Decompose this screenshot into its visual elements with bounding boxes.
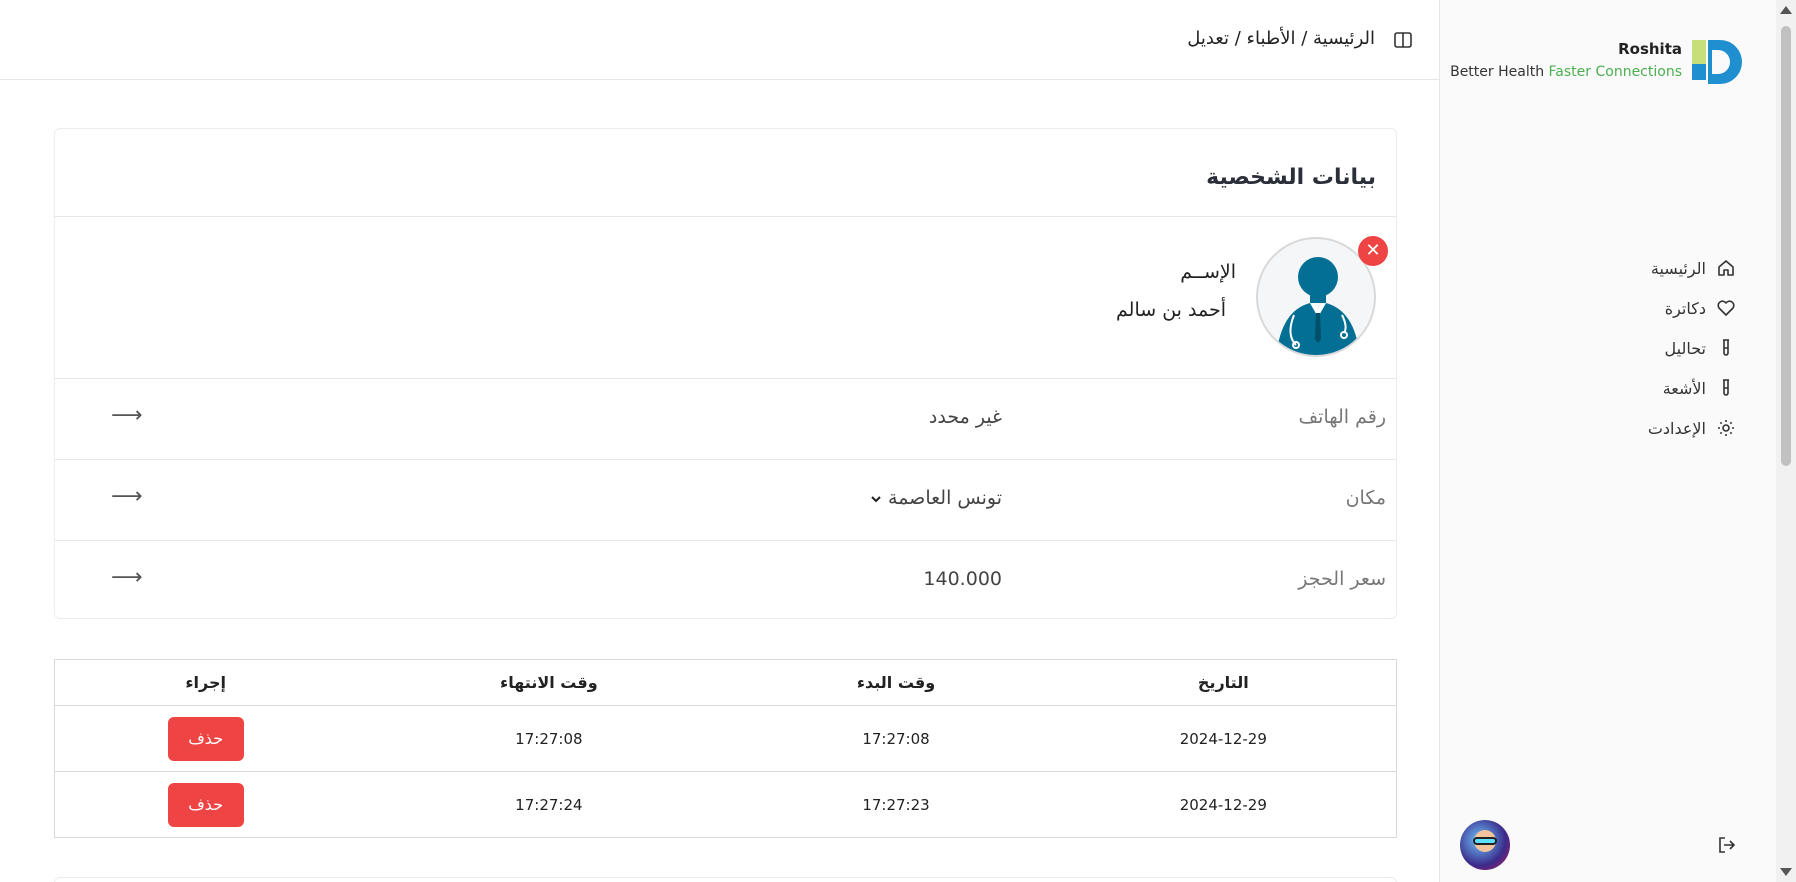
- price-label: سعر الحجز: [1298, 568, 1386, 590]
- top-header: الرئيسية / الأطباء / تعديل: [0, 0, 1439, 80]
- cell-end: 17:27:24: [356, 771, 742, 838]
- sidebar-item-radiology[interactable]: الأشعة: [1648, 368, 1736, 408]
- divider: [55, 216, 1396, 217]
- sidebar-footer: [1440, 810, 1776, 870]
- brand-name: Roshita: [1618, 40, 1682, 58]
- brand-tagline: Better Health Faster Connections: [1450, 64, 1682, 80]
- doctor-name: أحمد بن سالم: [1116, 299, 1226, 321]
- sidebar-item-label: تحاليل: [1664, 338, 1706, 358]
- sidebar-item-label: الإعدادت: [1647, 418, 1706, 438]
- breadcrumb: الرئيسية / الأطباء / تعديل: [1187, 28, 1375, 49]
- brand[interactable]: Roshita Better Health Faster Connections: [1450, 34, 1744, 86]
- header-end: وقت الانتهاء: [356, 659, 742, 706]
- card-title: بيانات الشخصية: [1206, 165, 1376, 190]
- next-card: [54, 877, 1397, 882]
- scrollbar-thumb[interactable]: [1781, 26, 1791, 466]
- gear-icon: [1718, 420, 1734, 436]
- location-select[interactable]: تونس العاصمة: [860, 487, 1002, 509]
- chevron-down-icon: [870, 487, 882, 509]
- sidebar-toggle-icon[interactable]: [1393, 30, 1413, 50]
- location-field-row[interactable]: مكان تونس العاصمة ⟶: [55, 460, 1396, 540]
- location-label: مكان: [1345, 487, 1386, 509]
- scroll-down-icon[interactable]: [1780, 868, 1792, 876]
- test-tube-icon: [1723, 379, 1729, 396]
- scroll-up-icon[interactable]: [1780, 6, 1792, 14]
- cell-start: 17:27:08: [741, 705, 1051, 772]
- schedule-table: التاريخ وقت البدء وقت الانتهاء إجراء 202…: [54, 659, 1397, 838]
- sidebar-item-settings[interactable]: الإعدادت: [1648, 408, 1736, 448]
- cell-end: 17:27:08: [356, 705, 742, 772]
- personal-info-card: بيانات الشخصية ✕ الإســم أحمد بن سالم رق…: [54, 128, 1397, 619]
- price-value: 140.000: [923, 568, 1002, 590]
- sidebar-item-tests[interactable]: تحاليل: [1648, 328, 1736, 368]
- cell-action: حذف: [54, 705, 357, 772]
- sidebar-item-doctors[interactable]: دكاترة: [1648, 288, 1736, 328]
- logout-icon[interactable]: [1716, 834, 1738, 856]
- cell-date: 2024-12-29: [1050, 771, 1397, 838]
- header-start: وقت البدء: [741, 659, 1051, 706]
- heart-icon: [1717, 300, 1735, 316]
- delete-button[interactable]: حذف: [167, 716, 244, 761]
- price-field-row[interactable]: سعر الحجز 140.000 ⟶: [55, 541, 1396, 621]
- sidebar-nav: الرئيسية دكاترة تحاليل الأشعة الإعدادت: [1648, 248, 1736, 448]
- phone-value: غير محدد: [928, 406, 1002, 428]
- name-label: الإســم: [1180, 261, 1236, 283]
- delete-button[interactable]: حذف: [167, 782, 244, 827]
- home-icon: [1718, 260, 1734, 276]
- table-row: 2024-12-29 17:27:23 17:27:24 حذف: [54, 771, 1397, 838]
- header-action: إجراء: [54, 659, 357, 706]
- sidebar: Roshita Better Health Faster Connections…: [1439, 0, 1776, 882]
- avatar[interactable]: [1460, 820, 1510, 870]
- table-row: 2024-12-29 17:27:08 17:27:08 حذف: [54, 705, 1397, 772]
- arrow-right-icon[interactable]: ⟶: [111, 403, 143, 428]
- cell-action: حذف: [54, 771, 357, 838]
- arrow-right-icon[interactable]: ⟶: [111, 484, 143, 509]
- sidebar-item-label: دكاترة: [1664, 298, 1706, 318]
- roshita-logo-icon: [1692, 34, 1744, 86]
- phone-label: رقم الهاتف: [1298, 406, 1386, 428]
- location-value: تونس العاصمة: [888, 487, 1002, 509]
- test-tube-icon: [1723, 339, 1729, 356]
- arrow-right-icon[interactable]: ⟶: [111, 565, 143, 590]
- close-icon[interactable]: ✕: [1358, 236, 1388, 266]
- sidebar-item-label: الأشعة: [1662, 378, 1706, 398]
- sidebar-item-home[interactable]: الرئيسية: [1648, 248, 1736, 288]
- phone-field-row[interactable]: رقم الهاتف غير محدد ⟶: [55, 379, 1396, 459]
- sidebar-item-label: الرئيسية: [1650, 258, 1706, 278]
- cell-start: 17:27:23: [741, 771, 1051, 838]
- scrollbar[interactable]: [1776, 0, 1796, 882]
- table-header-row: التاريخ وقت البدء وقت الانتهاء إجراء: [54, 659, 1397, 706]
- cell-date: 2024-12-29: [1050, 705, 1397, 772]
- header-date: التاريخ: [1050, 659, 1397, 706]
